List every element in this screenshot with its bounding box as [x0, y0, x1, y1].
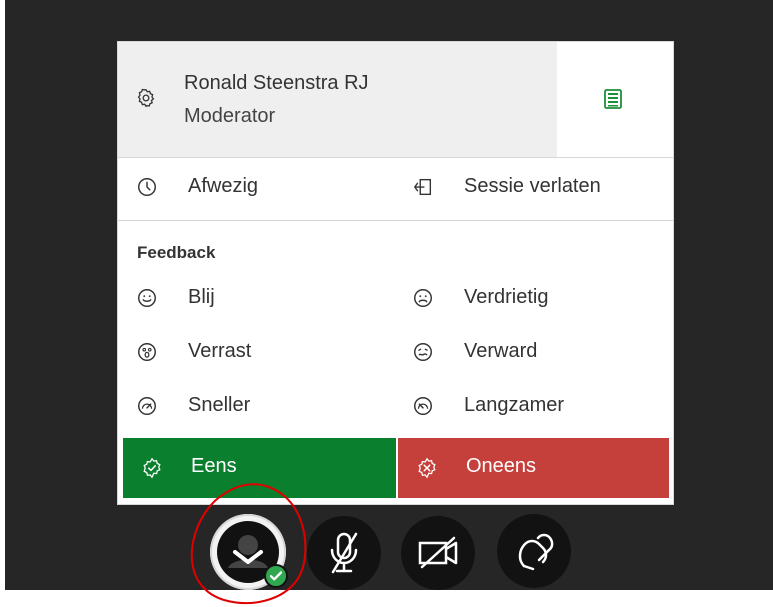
- surprised-label: Verrast: [188, 340, 252, 362]
- away-item[interactable]: Afwezig: [136, 175, 356, 203]
- happy-label: Blij: [188, 286, 215, 308]
- share-button[interactable]: [497, 514, 571, 588]
- confused-label: Verward: [464, 340, 538, 362]
- x-badge-icon: [416, 457, 438, 479]
- list-icon: [602, 88, 624, 110]
- disagree-button[interactable]: Oneens: [398, 438, 669, 498]
- list-button[interactable]: [557, 42, 673, 157]
- agree-button[interactable]: Eens: [123, 438, 396, 498]
- feedback-slower[interactable]: Langzamer: [412, 394, 652, 422]
- microphone-button[interactable]: [307, 516, 381, 590]
- agree-label: Eens: [191, 455, 237, 477]
- leave-label: Sessie verlaten: [464, 175, 601, 197]
- speed-fast-icon: [136, 395, 158, 417]
- speed-slow-icon: [412, 395, 434, 417]
- confused-icon: [412, 341, 434, 363]
- check-badge-icon: [141, 457, 163, 479]
- away-label: Afwezig: [188, 175, 259, 197]
- disagree-label: Oneens: [466, 455, 537, 477]
- exit-icon: [412, 176, 434, 198]
- status-actions: Afwezig Sessie verlaten: [118, 158, 673, 221]
- user-status-button[interactable]: [210, 514, 288, 590]
- gear-icon[interactable]: [135, 87, 157, 109]
- camera-off-icon: [418, 536, 458, 569]
- user-header: Ronald Steenstra RJ Moderator: [118, 42, 673, 158]
- user-role: Moderator: [184, 105, 276, 127]
- feedback-faster[interactable]: Sneller: [136, 394, 346, 422]
- camera-button[interactable]: [401, 516, 475, 590]
- surprised-icon: [136, 341, 158, 363]
- sad-label: Verdrietig: [464, 286, 549, 308]
- feedback-sad[interactable]: Verdrietig: [412, 286, 652, 314]
- share-icon: [518, 533, 554, 571]
- clock-icon: [136, 176, 158, 198]
- user-info: Ronald Steenstra RJ Moderator: [118, 42, 557, 157]
- faster-label: Sneller: [188, 394, 251, 416]
- user-name: Ronald Steenstra RJ: [184, 72, 369, 94]
- feedback-surprised[interactable]: Verrast: [136, 340, 346, 368]
- frown-icon: [412, 287, 434, 309]
- smile-icon: [136, 287, 158, 309]
- user-status-menu: Ronald Steenstra RJ Moderator Afwezig Se…: [118, 42, 673, 504]
- check-circle-icon: [264, 564, 288, 588]
- feedback-happy[interactable]: Blij: [136, 286, 346, 314]
- feedback-heading: Feedback: [137, 243, 216, 262]
- leave-session-item[interactable]: Sessie verlaten: [412, 175, 652, 203]
- mic-off-icon: [330, 532, 358, 574]
- feedback-confused[interactable]: Verward: [412, 340, 652, 368]
- slower-label: Langzamer: [464, 394, 565, 416]
